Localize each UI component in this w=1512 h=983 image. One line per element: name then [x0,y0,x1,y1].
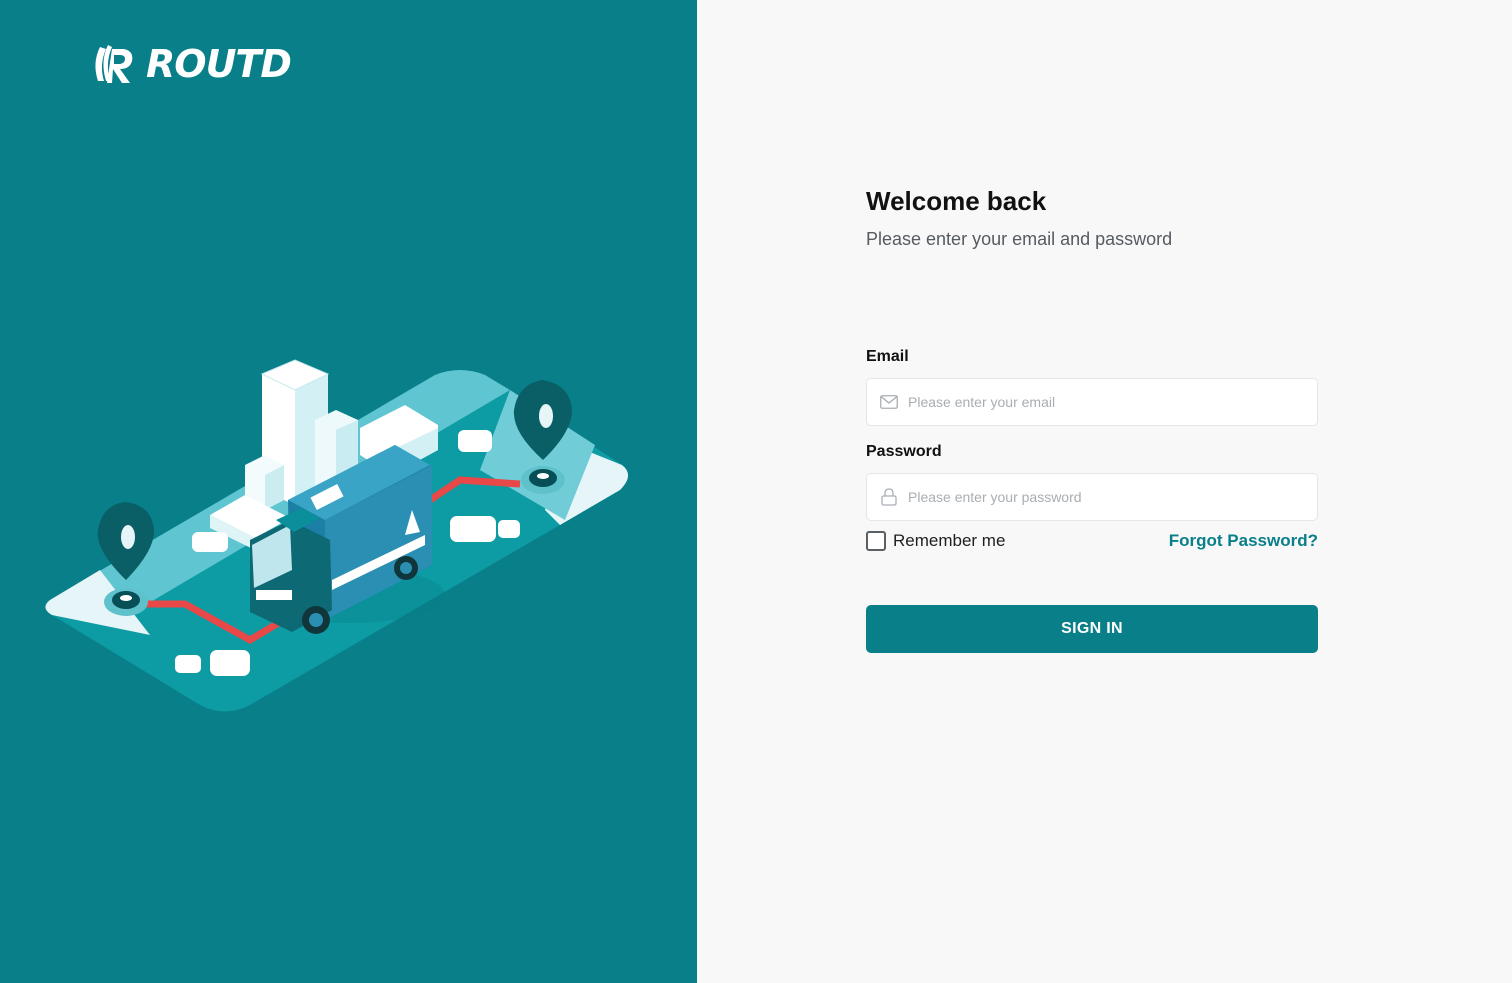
logo-mark-icon [95,45,133,83]
password-field[interactable] [866,473,1318,521]
password-input[interactable] [908,489,1317,505]
forgot-password-link[interactable]: Forgot Password? [1169,531,1318,551]
form-options: Remember me Forgot Password? [866,529,1318,553]
remember-me[interactable]: Remember me [866,531,1005,551]
delivery-truck-illustration [45,359,629,712]
page-title: Welcome back [866,186,1047,216]
page-subtitle: Please enter your email and password [866,229,1173,249]
email-input[interactable] [908,394,1317,410]
remember-me-checkbox[interactable] [866,531,886,551]
login-form: Welcome back Please enter your email and… [866,185,1318,653]
logo: ROUTD [90,40,292,88]
mail-icon [880,393,898,411]
email-field[interactable] [866,378,1318,426]
remember-me-label: Remember me [893,531,1006,550]
sign-in-button[interactable]: SIGN IN [866,605,1318,653]
brand-panel: ROUTD [0,0,697,983]
logo-text: ROUTD [146,42,292,86]
email-label: Email [866,348,909,365]
lock-icon [880,488,898,506]
password-label: Password [866,443,942,460]
login-panel: Welcome back Please enter your email and… [697,0,1512,983]
